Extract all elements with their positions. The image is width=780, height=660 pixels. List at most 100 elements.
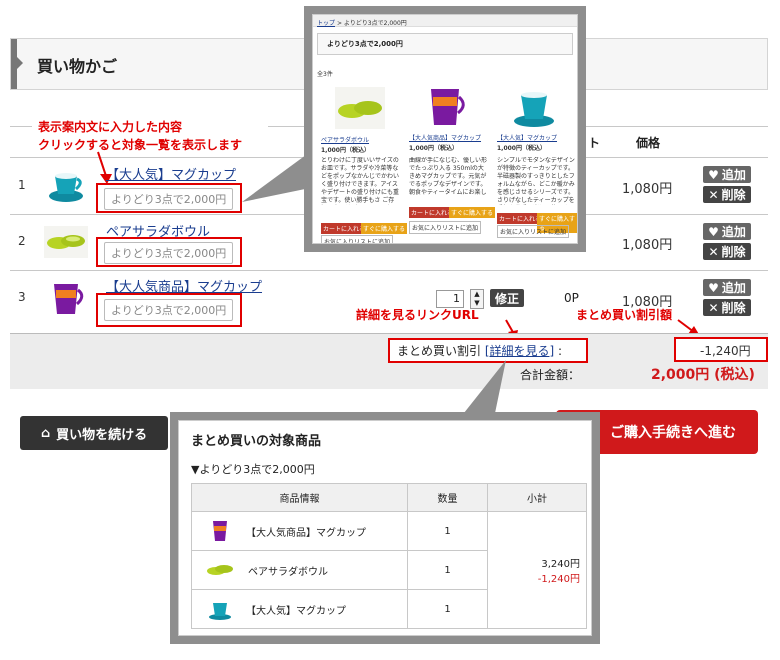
callout-info-text: 表示案内文に入力した内容 xyxy=(38,120,183,134)
popup-fav-button[interactable]: お気に入りリストに追加 xyxy=(409,221,482,234)
popup-product-price: 1,000円（税込） xyxy=(321,147,370,154)
th-quantity: 数量 xyxy=(407,483,488,512)
bundle-item-name: 【大人気商品】マグカップ xyxy=(246,527,366,539)
product-info-cell: 【大人気商品】マグカップ xyxy=(191,511,408,551)
continue-shopping-label: 買い物を続ける xyxy=(56,427,148,443)
home-icon: ⌂ xyxy=(40,425,51,441)
bundle-discount: -1,240円 xyxy=(537,574,580,585)
close-icon: ✕ xyxy=(708,187,719,202)
bundle-item-qty: 1 xyxy=(407,589,488,629)
product-info-cell: 【大人気】マグカップ xyxy=(191,589,408,629)
table-row: 【大人気商品】マグカップ 1 3,240円 -1,240円 xyxy=(191,511,587,629)
popup-connector xyxy=(460,360,506,418)
bundle-table: 商品情報 数量 小計 【大人気商品】マグカップ 1 3,240円 -1,240円… xyxy=(191,483,587,629)
bundle-group-label: ▼よりどり3点で2,000円 xyxy=(191,463,315,476)
item-price: 1,080円 xyxy=(622,182,673,197)
discount-colon: : xyxy=(558,344,563,358)
total-value: 2,000円 (税込) xyxy=(651,367,755,383)
popup-buy-button[interactable]: すぐに購入する xyxy=(361,223,408,234)
bundle-tag[interactable]: よりどり3点で2,000円 xyxy=(104,299,234,321)
delete-button-label: 削除 xyxy=(721,245,746,259)
delete-button[interactable]: ✕ 削除 xyxy=(703,299,751,316)
purple-mug-image[interactable] xyxy=(423,83,469,129)
bundle-item-name: ペアサラダボウル xyxy=(248,566,328,578)
callout-discount: まとめ買い割引額 xyxy=(576,308,673,322)
bundle-popup-title: まとめ買いの対象商品 xyxy=(191,434,322,449)
popup-product-desc: 曲線が手になじむ、優しい形でたっぷり入る 350mlの大きめマグカップです。元気… xyxy=(409,157,488,196)
add-button-label: 追加 xyxy=(721,225,746,239)
product-info-cell: ペアサラダボウル xyxy=(191,550,408,590)
breadcrumb-current: よりどり3点で2,000円 xyxy=(343,20,407,27)
subtotal-cell: 3,240円 -1,240円 xyxy=(487,511,587,629)
table-header-row: 商品情報 数量 小計 xyxy=(191,483,587,512)
discount-label-row: まとめ買い割引 [詳細を見る] : xyxy=(397,342,562,359)
table-top-rule-left xyxy=(10,126,32,127)
heart-icon: ♥ xyxy=(708,224,719,239)
popup-buy-button[interactable]: すぐに購入する xyxy=(449,207,496,218)
th-subtotal: 小計 xyxy=(487,483,587,512)
popup-product-link[interactable]: ペアサラダボウル xyxy=(321,135,369,144)
bundle-tag[interactable]: よりどり3点で2,000円 xyxy=(104,188,234,210)
add-button-label: 追加 xyxy=(721,281,746,295)
close-icon: ✕ xyxy=(708,244,719,259)
breadcrumb-top-link[interactable]: トップ xyxy=(317,20,335,27)
popup-product-link[interactable]: 【大人気】マグカップ xyxy=(497,133,557,142)
bundle-popup: まとめ買いの対象商品 ▼よりどり3点で2,000円 商品情報 数量 小計 【大人… xyxy=(178,420,592,636)
header-arrow-icon xyxy=(17,57,23,69)
total-label: 合計金額： xyxy=(520,368,581,382)
bundle-item-qty: 1 xyxy=(407,511,488,551)
popup-fav-button[interactable]: お気に入りリストに追加 xyxy=(321,235,394,243)
row-number: 2 xyxy=(18,234,26,248)
delete-button[interactable]: ✕ 削除 xyxy=(703,186,751,203)
row-divider xyxy=(10,270,768,271)
th-product-info: 商品情報 xyxy=(191,483,408,512)
header-point: ト xyxy=(588,136,601,150)
purple-mug-thumbnail[interactable] xyxy=(46,278,86,318)
salad-bowl-image[interactable] xyxy=(335,87,385,129)
row-number: 1 xyxy=(18,178,26,192)
popup-product-link[interactable]: 【大人気商品】マグカップ xyxy=(409,133,481,142)
close-icon: ✕ xyxy=(708,300,719,315)
row-number: 3 xyxy=(18,290,26,304)
teal-mug-image[interactable] xyxy=(511,83,557,129)
add-button[interactable]: ♥ 追加 xyxy=(703,279,751,296)
popup-product-price: 1,000円（税込） xyxy=(409,145,458,152)
discount-label: まとめ買い割引 xyxy=(397,344,482,358)
teal-mug-thumbnail[interactable] xyxy=(46,164,86,204)
popup-fav-button[interactable]: お気に入りリストに追加 xyxy=(497,225,570,238)
category-popup: トップ > よりどり3点で2,000円 よりどり3点で2,000円 全3件 ペア… xyxy=(312,14,578,244)
add-button[interactable]: ♥ 追加 xyxy=(703,166,751,183)
bundle-table-wrap: 商品情報 数量 小計 【大人気商品】マグカップ 1 3,240円 -1,240円… xyxy=(191,483,587,629)
heart-icon: ♥ xyxy=(708,167,719,182)
continue-shopping-button[interactable]: ⌂ 買い物を続ける xyxy=(20,416,168,450)
discount-value: -1,240円 xyxy=(700,344,751,358)
bundle-tag[interactable]: よりどり3点で2,000円 xyxy=(104,242,234,264)
bundle-item-qty: 1 xyxy=(407,550,488,590)
callout-detail-link: 詳細を見るリンクURL xyxy=(356,308,479,322)
heart-icon: ♥ xyxy=(708,280,719,295)
header-price: 価格 xyxy=(636,136,661,150)
item-price: 1,080円 xyxy=(622,238,673,253)
result-count: 全3件 xyxy=(317,71,333,78)
delete-button[interactable]: ✕ 削除 xyxy=(703,243,751,260)
popup-connector xyxy=(242,152,310,202)
callout-click-text: クリックすると対象一覧を表示します xyxy=(38,138,243,152)
product-link-mug-popular[interactable]: 【大人気】マグカップ xyxy=(106,164,236,183)
salad-bowl-thumbnail[interactable] xyxy=(44,226,88,258)
breadcrumb: トップ > よりどり3点で2,000円 xyxy=(317,18,407,27)
table-top-rule-right xyxy=(586,126,768,127)
popup-product-price: 1,000円（税込） xyxy=(497,145,546,152)
discount-detail-link[interactable]: [詳細を見る] xyxy=(485,344,554,358)
add-button[interactable]: ♥ 追加 xyxy=(703,223,751,240)
salad-bowl-icon xyxy=(207,565,233,575)
delete-button-label: 削除 xyxy=(721,188,746,202)
bundle-subtotal: 3,240円 xyxy=(541,559,580,570)
update-button[interactable]: 修正 xyxy=(490,289,524,307)
teal-mug-icon xyxy=(209,603,231,620)
bundle-item-name: 【大人気】マグカップ xyxy=(246,605,346,617)
popup-product-desc: とりわけに丁度いいサイズのお皿です。サラダや冷菜等などをポップなかんじでかわいく… xyxy=(321,157,399,204)
table-top-rule-mid xyxy=(268,126,308,127)
add-button-label: 追加 xyxy=(721,168,746,182)
breadcrumb-separator: > xyxy=(336,20,342,27)
purple-mug-icon xyxy=(213,521,227,541)
